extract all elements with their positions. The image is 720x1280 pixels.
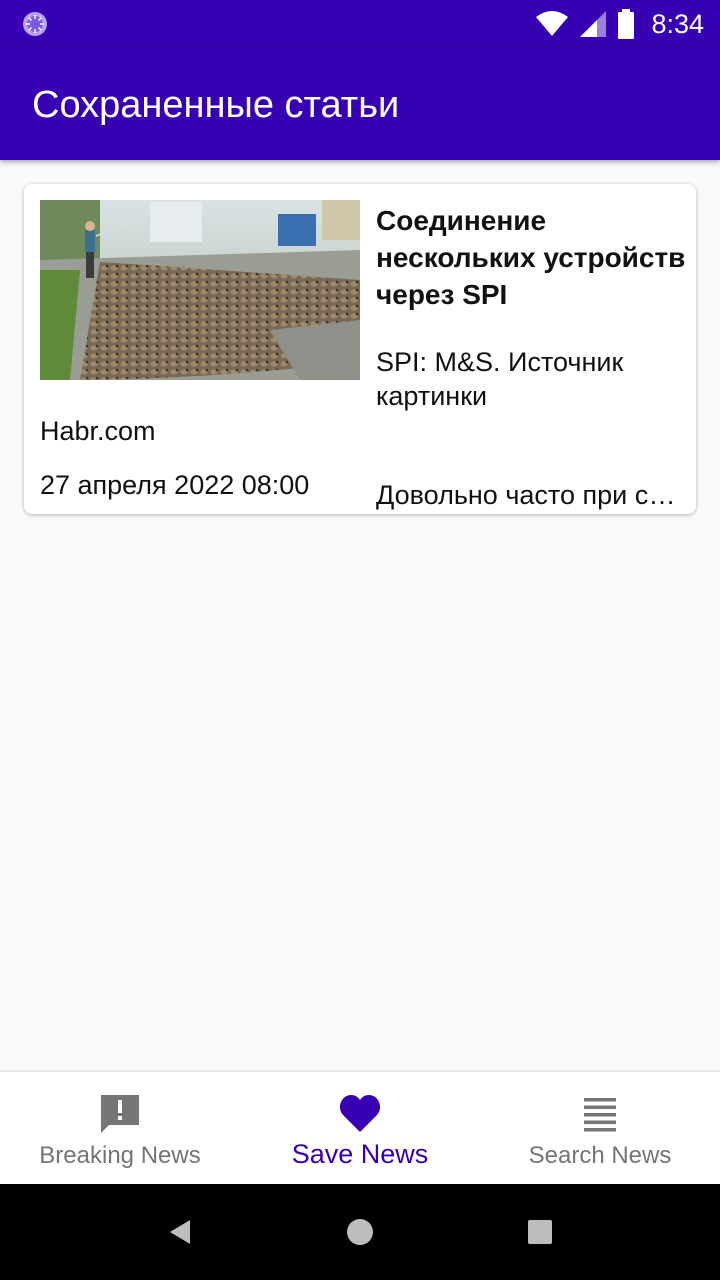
article-image [40, 200, 360, 380]
wifi-icon [536, 11, 569, 36]
bottom-navigation: Breaking News Save News Search News [0, 1072, 720, 1184]
nav-label: Breaking News [39, 1142, 201, 1169]
status-time: 8:34 [651, 8, 704, 39]
page-title: Сохраненные статьи [32, 84, 400, 126]
status-bar: 8:34 [0, 0, 720, 48]
nav-item-search-news[interactable]: Search News [480, 1072, 720, 1184]
alert-message-icon [101, 1095, 139, 1133]
recents-icon[interactable] [526, 1218, 554, 1246]
nav-item-breaking-news[interactable]: Breaking News [0, 1072, 240, 1184]
heart-icon [339, 1095, 381, 1132]
status-icons: 8:34 [535, 0, 704, 48]
home-icon[interactable] [346, 1218, 374, 1246]
article-date: 27 апреля 2022 08:00 [40, 470, 310, 500]
battery-icon [618, 9, 635, 39]
nav-label: Search News [528, 1142, 672, 1169]
back-icon[interactable] [166, 1218, 194, 1246]
loading-circle-icon [23, 12, 47, 36]
system-navigation-bar [0, 1184, 720, 1280]
article-subtitle: SPI: M&S. Источник картинки [376, 347, 624, 411]
list-lines-icon [584, 1098, 616, 1132]
article-title: Соединение нескольких устройств через SP… [376, 205, 686, 310]
saved-articles-list[interactable]: Соединение нескольких устройств через SP… [0, 160, 720, 1072]
article-source: Habr.com [40, 416, 156, 446]
article-card[interactable]: Соединение нескольких устройств через SP… [24, 184, 696, 514]
article-description: Довольно часто при создании [376, 480, 686, 510]
app-bar: Сохраненные статьи [0, 48, 720, 160]
nav-item-save-news[interactable]: Save News [240, 1072, 480, 1184]
nav-label: Save News [291, 1139, 429, 1169]
cellular-signal-icon [580, 11, 607, 37]
